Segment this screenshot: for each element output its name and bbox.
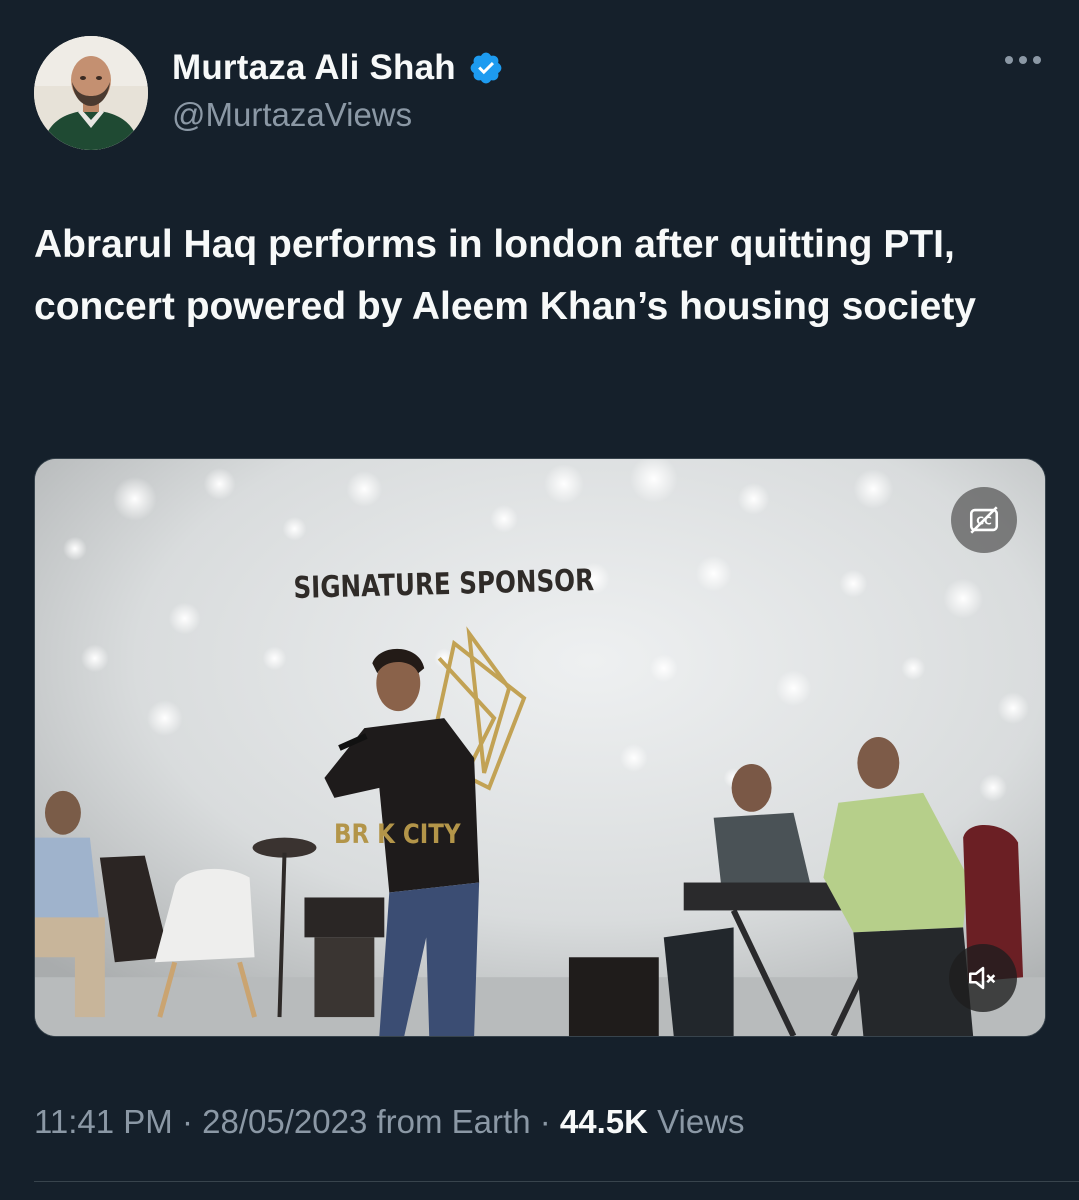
views-label: Views [657,1103,745,1140]
author-avatar[interactable] [34,36,148,150]
avatar-photo [34,36,148,150]
verified-badge-icon[interactable] [468,50,504,86]
video-player[interactable]: SIGNATURE SPONSOR BR K CITY CC [34,458,1046,1037]
tweet-text: Abrarul Haq performs in london after qui… [34,223,976,328]
captions-toggle-button[interactable]: CC [951,487,1017,553]
more-options-button[interactable] [1005,56,1041,64]
tweet-date[interactable]: 28/05/2023 [202,1103,367,1140]
author-name-row[interactable]: Murtaza Ali Shah [172,48,504,88]
tweet-meta: 11:41 PM · 28/05/2023 from Earth · 44.5K… [34,1103,745,1141]
author-handle[interactable]: @MurtazaViews [172,96,412,134]
more-dot-icon [1005,56,1013,64]
meta-separator: · [539,1103,551,1140]
tweet-source: from Earth [376,1103,531,1140]
author-display-name[interactable]: Murtaza Ali Shah [172,48,456,88]
volume-muted-icon [968,966,996,990]
sponsor-logo-text: BR K CITY [334,819,461,850]
tweet-time[interactable]: 11:41 PM [34,1103,173,1140]
meta-separator: · [181,1103,193,1140]
views-count[interactable]: 44.5K [560,1103,648,1140]
tweet-card: Murtaza Ali Shah @MurtazaViews Abrarul H… [0,0,1079,1200]
more-dot-icon [1019,56,1027,64]
mute-toggle-button[interactable] [949,944,1017,1012]
closed-captions-off-icon: CC [969,506,999,534]
more-dot-icon [1033,56,1041,64]
video-frame [35,459,1045,1036]
divider [34,1181,1079,1182]
